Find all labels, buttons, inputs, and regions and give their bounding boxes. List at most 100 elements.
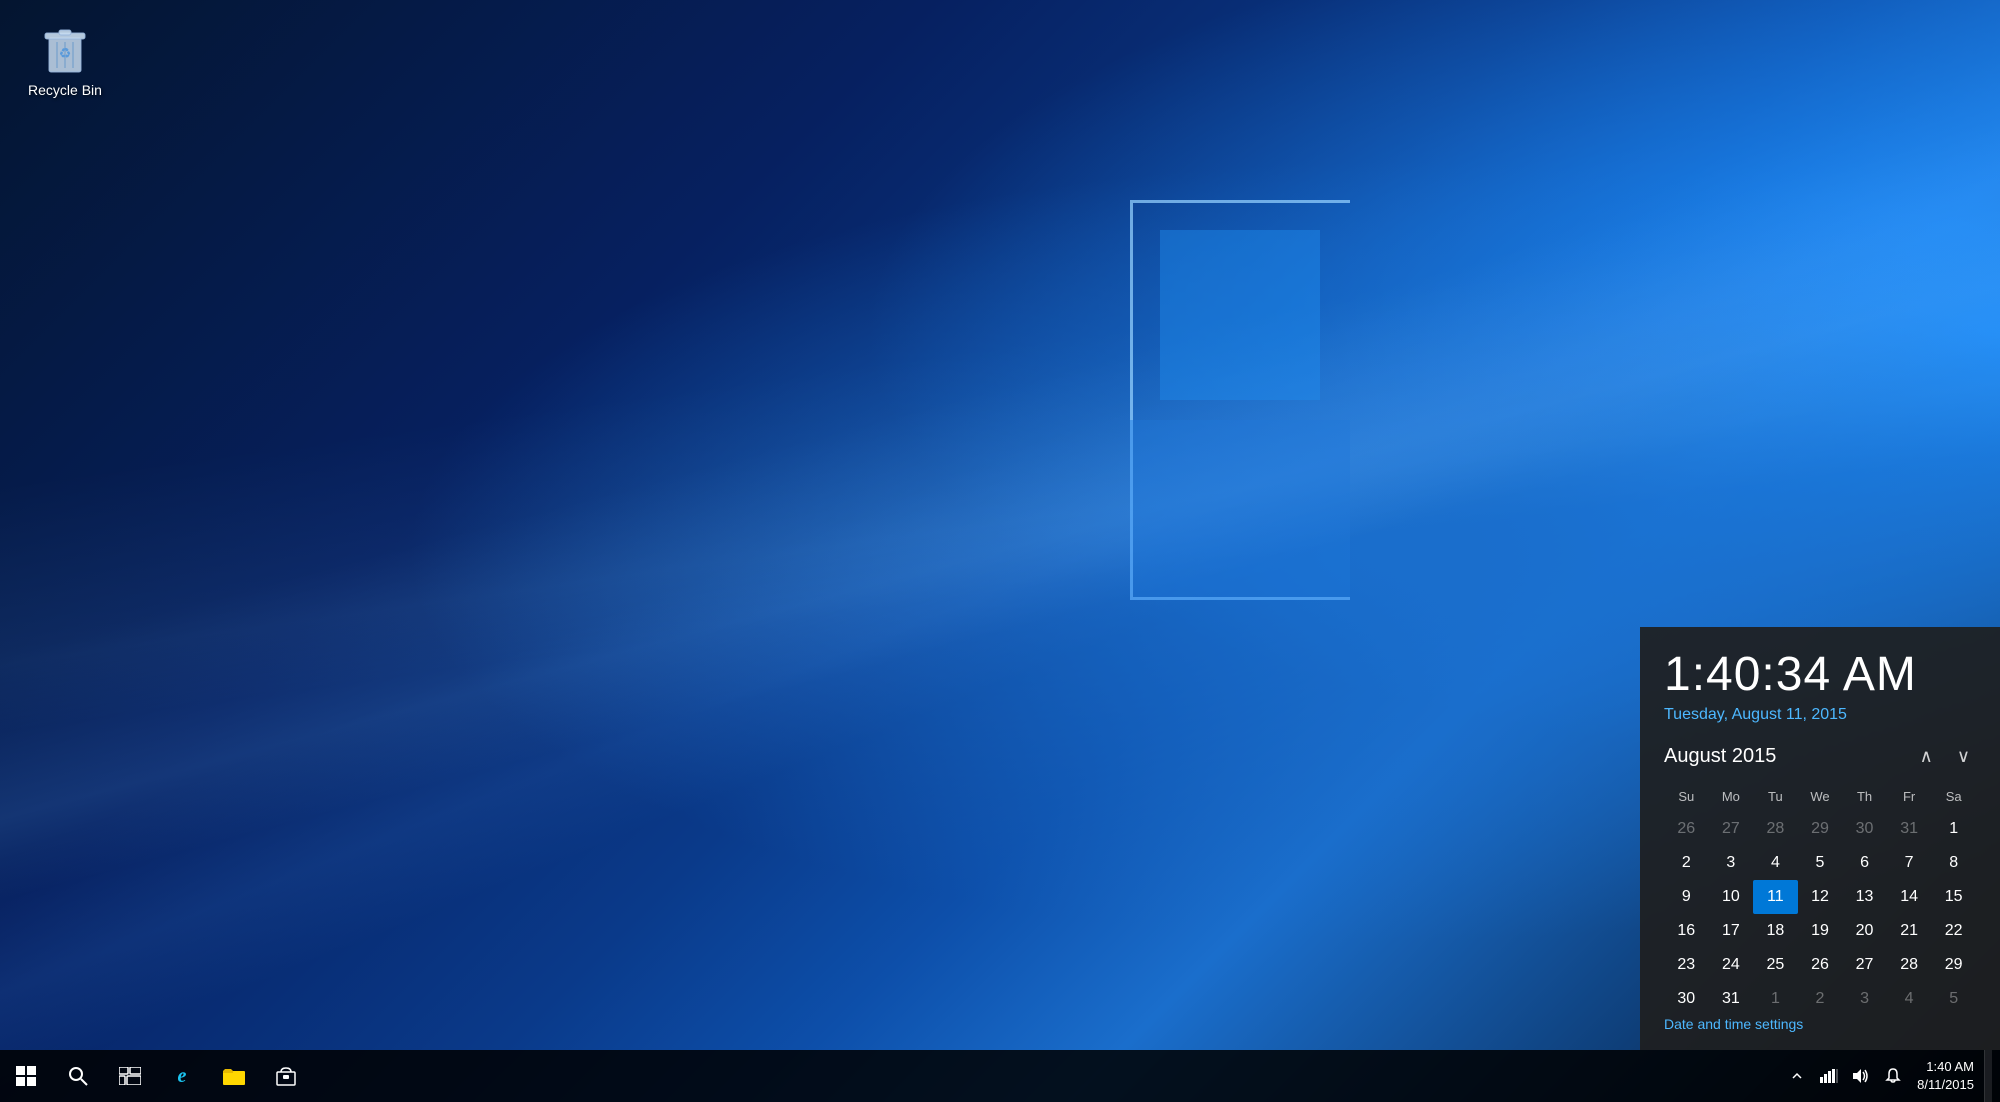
calendar-day[interactable]: 31 <box>1709 982 1754 1016</box>
calendar-day[interactable]: 23 <box>1664 948 1709 982</box>
calendar-day[interactable]: 15 <box>1931 880 1976 914</box>
month-year-label: August 2015 <box>1664 745 1776 768</box>
day-header-we: We <box>1798 785 1843 812</box>
calendar-day[interactable]: 26 <box>1664 812 1709 846</box>
hidden-icons-button[interactable] <box>1783 1050 1811 1102</box>
task-view-icon <box>119 1067 141 1085</box>
edge-icon: e <box>178 1065 187 1088</box>
store-button[interactable] <box>260 1050 312 1102</box>
calendar-day[interactable]: 29 <box>1931 948 1976 982</box>
clock-display: 1:40:34 AM <box>1664 647 1976 702</box>
calendar-day[interactable]: 27 <box>1709 812 1754 846</box>
day-header-tu: Tu <box>1753 785 1798 812</box>
calendar-day[interactable]: 30 <box>1842 812 1887 846</box>
network-icon[interactable] <box>1815 1050 1843 1102</box>
calendar-day[interactable]: 21 <box>1887 914 1932 948</box>
calendar-week-1: 2345678 <box>1664 846 1976 880</box>
calendar-week-2: 9101112131415 <box>1664 880 1976 914</box>
calendar-day[interactable]: 4 <box>1753 846 1798 880</box>
calendar-day[interactable]: 10 <box>1709 880 1754 914</box>
file-explorer-icon <box>223 1067 245 1085</box>
calendar-day[interactable]: 29 <box>1798 812 1843 846</box>
date-time-settings-link[interactable]: Date and time settings <box>1664 1016 1803 1032</box>
store-icon <box>276 1066 296 1086</box>
chevron-up-icon <box>1791 1070 1803 1082</box>
clock-tray[interactable]: 1:40 AM 8/11/2015 <box>1907 1050 1984 1102</box>
prev-month-button[interactable]: ∧ <box>1914 744 1939 769</box>
calendar-day[interactable]: 2 <box>1798 982 1843 1016</box>
calendar-day[interactable]: 6 <box>1842 846 1887 880</box>
search-button[interactable] <box>52 1050 104 1102</box>
calendar-day[interactable]: 5 <box>1798 846 1843 880</box>
calendar-day[interactable]: 20 <box>1842 914 1887 948</box>
calendar-day[interactable]: 14 <box>1887 880 1932 914</box>
calendar-day[interactable]: 27 <box>1842 948 1887 982</box>
volume-icon[interactable] <box>1847 1050 1875 1102</box>
tray-time: 1:40 AM <box>1926 1058 1974 1076</box>
day-header-th: Th <box>1842 785 1887 812</box>
calendar-day[interactable]: 1 <box>1753 982 1798 1016</box>
calendar-day[interactable]: 17 <box>1709 914 1754 948</box>
recycle-bin-label: Recycle Bin <box>20 82 110 99</box>
calendar-day[interactable]: 1 <box>1931 812 1976 846</box>
system-tray <box>1783 1050 1907 1102</box>
calendar-day[interactable]: 5 <box>1931 982 1976 1016</box>
calendar-day[interactable]: 2 <box>1664 846 1709 880</box>
calendar-day[interactable]: 16 <box>1664 914 1709 948</box>
calendar-day[interactable]: 8 <box>1931 846 1976 880</box>
task-view-button[interactable] <box>104 1050 156 1102</box>
calendar-day[interactable]: 3 <box>1842 982 1887 1016</box>
calendar-week-0: 2627282930311 <box>1664 812 1976 846</box>
calendar-day[interactable]: 24 <box>1709 948 1754 982</box>
calendar-popup: 1:40:34 AM Tuesday, August 11, 2015 Augu… <box>1640 627 2000 1050</box>
day-header-su: Su <box>1664 785 1709 812</box>
day-headers-row: Su Mo Tu We Th Fr Sa <box>1664 785 1976 812</box>
calendar-grid: Su Mo Tu We Th Fr Sa 2627282930311234567… <box>1664 785 1976 1016</box>
recycle-bin-icon[interactable]: ♻ Recycle Bin <box>20 20 110 99</box>
taskbar-left: e <box>0 1050 312 1102</box>
calendar-day[interactable]: 25 <box>1753 948 1798 982</box>
calendar-day[interactable]: 13 <box>1842 880 1887 914</box>
file-explorer-button[interactable] <box>208 1050 260 1102</box>
edge-button[interactable]: e <box>156 1050 208 1102</box>
calendar-day[interactable]: 19 <box>1798 914 1843 948</box>
calendar-day[interactable]: 12 <box>1798 880 1843 914</box>
show-desktop-button[interactable] <box>1984 1050 1992 1102</box>
calendar-day[interactable]: 9 <box>1664 880 1709 914</box>
search-icon <box>68 1066 88 1086</box>
calendar-nav-buttons: ∧ ∨ <box>1914 744 1976 769</box>
taskbar-right: 1:40 AM 8/11/2015 <box>1783 1050 2000 1102</box>
calendar-day[interactable]: 26 <box>1798 948 1843 982</box>
day-header-mo: Mo <box>1709 785 1754 812</box>
calendar-week-4: 23242526272829 <box>1664 948 1976 982</box>
start-button[interactable] <box>0 1050 52 1102</box>
calendar-day[interactable]: 7 <box>1887 846 1932 880</box>
next-month-button[interactable]: ∨ <box>1951 744 1976 769</box>
calendar-day[interactable]: 3 <box>1709 846 1754 880</box>
date-display: Tuesday, August 11, 2015 <box>1664 706 1976 724</box>
calendar-day[interactable]: 28 <box>1753 812 1798 846</box>
calendar-day[interactable]: 30 <box>1664 982 1709 1016</box>
calendar-body: 2627282930311234567891011121314151617181… <box>1664 812 1976 1016</box>
calendar-day[interactable]: 11 <box>1753 880 1798 914</box>
network-signal-icon <box>1820 1069 1838 1083</box>
calendar-day[interactable]: 28 <box>1887 948 1932 982</box>
day-header-sa: Sa <box>1931 785 1976 812</box>
calendar-day[interactable]: 22 <box>1931 914 1976 948</box>
taskbar: e <box>0 1050 2000 1102</box>
svg-text:♻: ♻ <box>59 45 72 61</box>
windows-logo-icon <box>16 1066 36 1086</box>
calendar-day[interactable]: 18 <box>1753 914 1798 948</box>
recycle-bin-image: ♻ <box>37 20 93 76</box>
notification-bell-icon <box>1885 1068 1901 1084</box>
wallpaper-logo <box>1050 200 1450 600</box>
calendar-header: August 2015 ∧ ∨ <box>1664 744 1976 769</box>
day-header-fr: Fr <box>1887 785 1932 812</box>
calendar-day[interactable]: 4 <box>1887 982 1932 1016</box>
calendar-week-3: 16171819202122 <box>1664 914 1976 948</box>
speaker-icon <box>1852 1068 1870 1084</box>
tray-date: 8/11/2015 <box>1917 1076 1974 1094</box>
calendar-day[interactable]: 31 <box>1887 812 1932 846</box>
calendar-week-5: 303112345 <box>1664 982 1976 1016</box>
notifications-icon[interactable] <box>1879 1050 1907 1102</box>
